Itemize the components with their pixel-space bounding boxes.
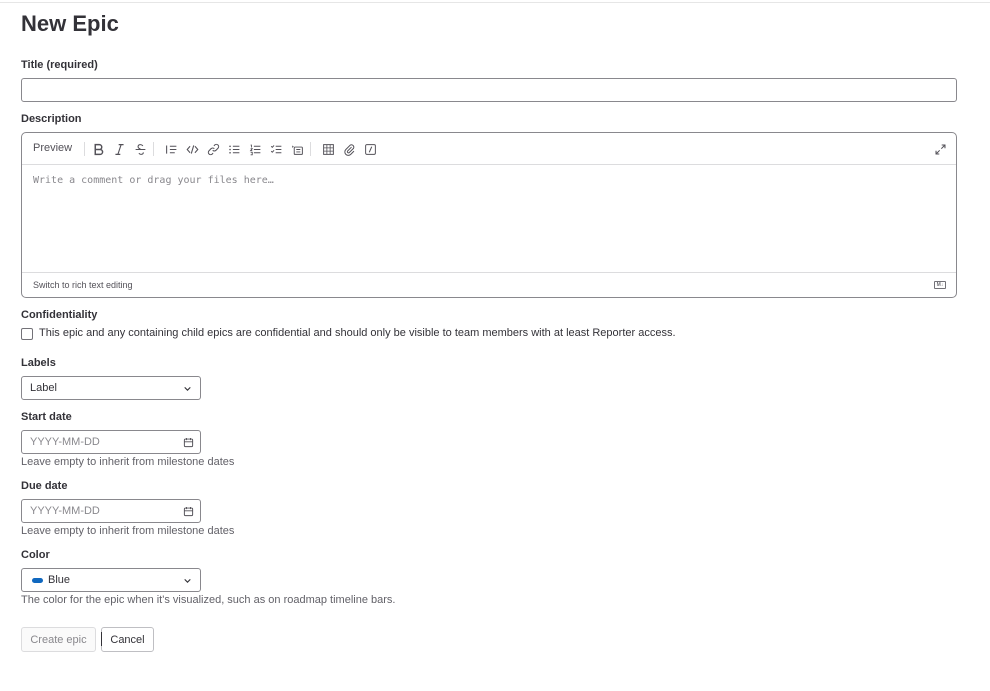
start-date-help: Leave empty to inherit from milestone da… <box>21 456 235 468</box>
labels-label: Labels <box>21 357 56 369</box>
bullet-list-icon[interactable] <box>226 141 242 157</box>
title-label: Title (required) <box>21 59 98 71</box>
link-icon[interactable] <box>205 141 221 157</box>
table-icon[interactable] <box>320 141 336 157</box>
color-dropdown-value: Blue <box>48 574 71 586</box>
toolbar-separator <box>310 142 311 156</box>
start-date-placeholder: YYYY-MM-DD <box>30 436 100 448</box>
chevron-down-icon <box>184 386 191 391</box>
page-title: New Epic <box>21 11 119 36</box>
calendar-icon[interactable] <box>183 437 194 448</box>
due-date-label: Due date <box>21 480 68 492</box>
fullscreen-icon[interactable] <box>932 141 948 157</box>
editor-toolbar: Preview <box>22 133 956 165</box>
description-editor: Preview Write a comment or drag your fil… <box>21 132 957 298</box>
collapsible-icon[interactable] <box>289 141 305 157</box>
due-date-help: Leave empty to inherit from milestone da… <box>21 525 235 537</box>
chevron-down-icon <box>184 578 191 583</box>
code-icon[interactable] <box>184 141 200 157</box>
labels-dropdown-value: Label <box>30 382 57 394</box>
top-divider <box>0 2 990 3</box>
preview-tab[interactable]: Preview <box>33 142 72 154</box>
title-input[interactable] <box>21 78 957 102</box>
color-dropdown[interactable]: Blue <box>21 568 201 592</box>
description-textarea[interactable]: Write a comment or drag your files here… <box>33 175 274 186</box>
start-date-input[interactable]: YYYY-MM-DD <box>21 430 201 454</box>
create-epic-button[interactable]: Create epic <box>21 627 96 652</box>
labels-dropdown[interactable]: Label <box>21 376 201 400</box>
due-date-placeholder: YYYY-MM-DD <box>30 505 100 517</box>
color-label: Color <box>21 549 50 561</box>
color-help: The color for the epic when it's visuali… <box>21 594 396 606</box>
strikethrough-icon[interactable] <box>132 141 148 157</box>
description-label: Description <box>21 113 82 125</box>
toolbar-separator <box>153 142 154 156</box>
italic-icon[interactable] <box>111 141 127 157</box>
confidentiality-label: Confidentiality <box>21 309 98 321</box>
editor-footer: Switch to rich text editing M↓ <box>22 272 956 297</box>
task-list-icon[interactable] <box>268 141 284 157</box>
text-cursor <box>101 632 102 646</box>
confidential-checkbox[interactable] <box>21 328 33 340</box>
quick-action-icon[interactable] <box>362 141 378 157</box>
quote-icon[interactable] <box>163 141 179 157</box>
bold-icon[interactable] <box>90 141 106 157</box>
attachment-icon[interactable] <box>341 141 357 157</box>
confidential-checkbox-label[interactable]: This epic and any containing child epics… <box>39 327 676 339</box>
cancel-button[interactable]: Cancel <box>101 627 154 652</box>
color-swatch <box>32 578 43 583</box>
calendar-icon[interactable] <box>183 506 194 517</box>
markdown-icon: M↓ <box>934 281 946 289</box>
toolbar-separator <box>84 142 85 156</box>
due-date-input[interactable]: YYYY-MM-DD <box>21 499 201 523</box>
start-date-label: Start date <box>21 411 72 423</box>
switch-rich-text-link[interactable]: Switch to rich text editing <box>33 280 133 290</box>
numbered-list-icon[interactable] <box>247 141 263 157</box>
